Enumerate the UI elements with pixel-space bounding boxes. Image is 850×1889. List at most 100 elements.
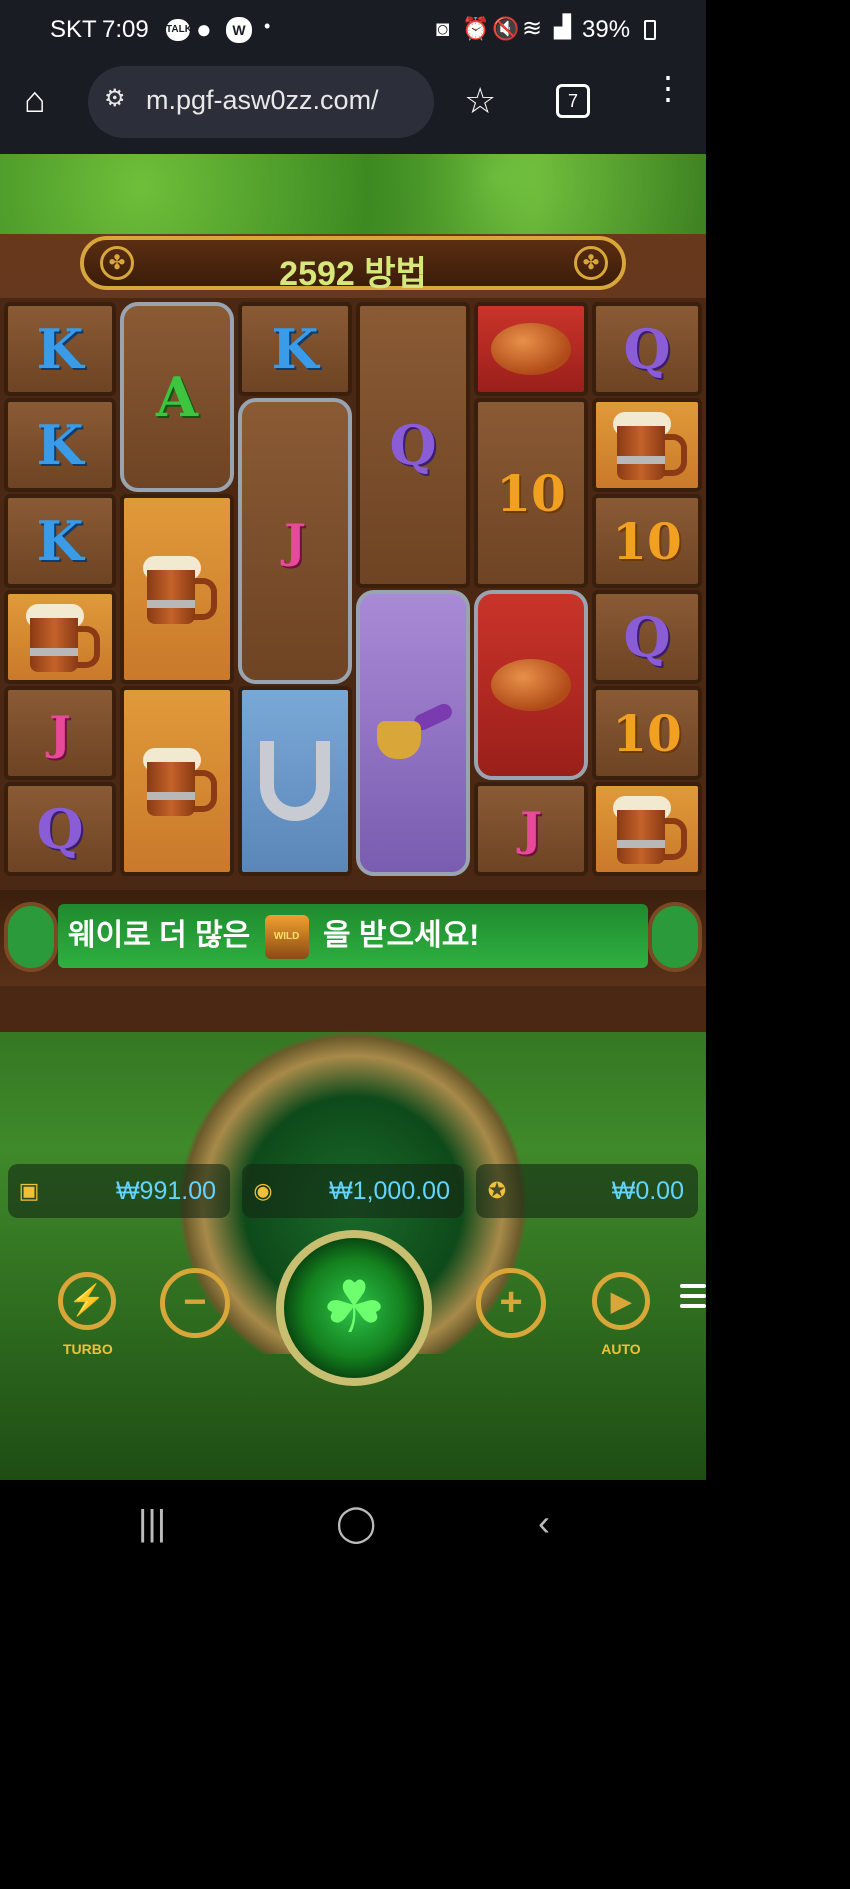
clover-left-decoration-icon xyxy=(4,902,58,972)
message-banner: 웨이로 더 많은 WILD 을 받으세요! xyxy=(0,890,706,986)
leaves-decoration xyxy=(0,154,706,234)
reel-cell xyxy=(592,782,702,876)
address-bar[interactable]: ⚙ m.pgf-asw0zz.com/ xyxy=(88,66,434,138)
bet-value: ₩1,000.00 xyxy=(329,1177,450,1205)
clover-spin-icon: ☘ xyxy=(321,1268,387,1348)
coin-stack-icon: ◉ xyxy=(253,1178,273,1203)
menu-icon[interactable] xyxy=(680,1284,706,1314)
reel-cell: K xyxy=(4,494,116,588)
reel-cell-tall xyxy=(356,590,470,876)
symbol-10: 10 xyxy=(496,463,566,523)
turbo-label: TURBO xyxy=(63,1341,113,1357)
home-nav-icon[interactable]: ◯ xyxy=(336,1502,376,1544)
home-icon[interactable]: ⌂ xyxy=(24,80,64,120)
reel-cell: J xyxy=(4,686,116,780)
win-box: ✪ ₩0.00 xyxy=(476,1164,698,1218)
reel-cell xyxy=(4,590,116,684)
reel-cell-tall xyxy=(120,494,234,684)
symbol-a: A xyxy=(156,365,198,429)
wallet-icon: ▣ xyxy=(18,1178,40,1203)
android-nav-bar: ||| ◯ ‹ xyxy=(0,1480,706,1568)
auto-spin-button[interactable]: ▶ AUTO xyxy=(592,1272,650,1357)
w-app-icon: W xyxy=(226,17,252,43)
url-text: m.pgf-asw0zz.com/ xyxy=(146,85,379,115)
reel-cell: K xyxy=(238,302,352,396)
balance-bar: ▣ ₩991.00 ◉ ₩1,000.00 ✪ ₩0.00 xyxy=(8,1164,698,1218)
reel-cell: 10 xyxy=(592,494,702,588)
reel-cell-tall: J xyxy=(238,398,352,684)
signal-icon: ▟ xyxy=(554,14,571,39)
decrease-bet-button[interactable]: − xyxy=(160,1268,230,1338)
bet-box: ◉ ₩1,000.00 xyxy=(242,1164,464,1218)
symbol-j: J xyxy=(49,706,71,760)
reel-cell-tall: 10 xyxy=(474,398,588,588)
minus-icon: − xyxy=(183,1280,207,1324)
symbol-k: K xyxy=(36,317,84,381)
beer-mug-icon xyxy=(143,746,217,816)
recent-apps-icon[interactable]: ||| xyxy=(138,1502,166,1544)
balance-value: ₩991.00 xyxy=(115,1177,216,1205)
beer-mug-icon xyxy=(613,794,687,864)
slot-game: ✤ 2592 방법 ✤ K K K J Q A K J Q 10 J Q 10 … xyxy=(0,154,706,1480)
reel-cell: Q xyxy=(592,590,702,684)
beer-mug-icon xyxy=(613,410,687,480)
back-icon[interactable]: ‹ xyxy=(538,1502,550,1544)
reel-cell-tall: A xyxy=(120,302,234,492)
tabs-button[interactable]: 7 xyxy=(556,84,590,118)
clover-right-decoration-icon xyxy=(648,902,702,972)
promo-message-tail: 을 받으세요! xyxy=(322,919,480,952)
ways-banner: ✤ 2592 방법 ✤ xyxy=(80,236,626,293)
bread-icon xyxy=(491,323,571,375)
win-value: ₩0.00 xyxy=(611,1177,684,1205)
turbo-button[interactable]: ⚡ TURBO xyxy=(58,1272,116,1357)
message-icon: ● xyxy=(196,14,212,44)
reel-cell xyxy=(474,302,588,396)
alarm-icon: ⏰ xyxy=(462,16,490,41)
reel-cell-tall xyxy=(474,590,588,780)
symbol-q: Q xyxy=(36,797,84,861)
play-icon: ▶ xyxy=(611,1286,631,1316)
symbol-k: K xyxy=(36,509,84,573)
reel-cell: K xyxy=(4,302,116,396)
symbol-q: Q xyxy=(623,317,671,381)
symbol-j: J xyxy=(284,514,306,568)
promo-message-text: 웨이로 더 많은 xyxy=(68,919,251,952)
symbol-10: 10 xyxy=(612,703,682,763)
site-settings-icon[interactable]: ⚙ xyxy=(104,84,126,113)
reel-cell: Q xyxy=(592,302,702,396)
symbol-q: Q xyxy=(389,413,437,477)
reel-cell-tall: Q xyxy=(356,302,470,588)
wild-symbol-icon: WILD xyxy=(264,915,309,960)
promo-message: 웨이로 더 많은 WILD 을 받으세요! xyxy=(58,904,648,968)
beer-mug-icon xyxy=(143,554,217,624)
pipe-icon xyxy=(373,701,455,763)
reel-cell-tall xyxy=(120,686,234,876)
mute-icon: 🔇 xyxy=(492,16,520,41)
symbol-k: K xyxy=(271,317,319,381)
symbol-10: 10 xyxy=(612,511,682,571)
auto-label: AUTO xyxy=(601,1341,641,1357)
spin-button[interactable]: ☘ xyxy=(276,1230,432,1386)
wifi-icon: ≋ xyxy=(522,15,543,42)
browser-toolbar: ⌂ ⚙ m.pgf-asw0zz.com/ ☆ 7 ⋮ xyxy=(0,58,706,154)
reel-cell-tall xyxy=(238,686,352,876)
battery-saver-icon: ◙ xyxy=(436,16,450,41)
reel-cell: K xyxy=(4,398,116,492)
clover-right-icon: ✤ xyxy=(574,246,608,280)
reel-cell: 10 xyxy=(592,686,702,780)
increase-bet-button[interactable]: + xyxy=(476,1268,546,1338)
status-time: 7:09 xyxy=(102,16,149,43)
ways-count: 2592 방법 xyxy=(279,255,427,293)
kakaotalk-icon: TALK xyxy=(166,19,192,41)
win-icon: ✪ xyxy=(487,1178,507,1203)
reel-cell xyxy=(592,398,702,492)
more-menu-icon[interactable]: ⋮ xyxy=(652,72,684,104)
battery-icon xyxy=(644,20,656,40)
symbol-j: J xyxy=(520,802,542,856)
bread-icon xyxy=(491,659,571,711)
bookmark-star-icon[interactable]: ☆ xyxy=(464,80,496,122)
status-bar: SKT 7:09 TALK ● W • ◙ ⏰ 🔇 ≋ ▟ 39% xyxy=(0,0,706,58)
beer-mug-icon xyxy=(26,602,100,672)
battery-percent: 39% xyxy=(582,16,631,43)
status-carrier: SKT xyxy=(50,16,97,43)
